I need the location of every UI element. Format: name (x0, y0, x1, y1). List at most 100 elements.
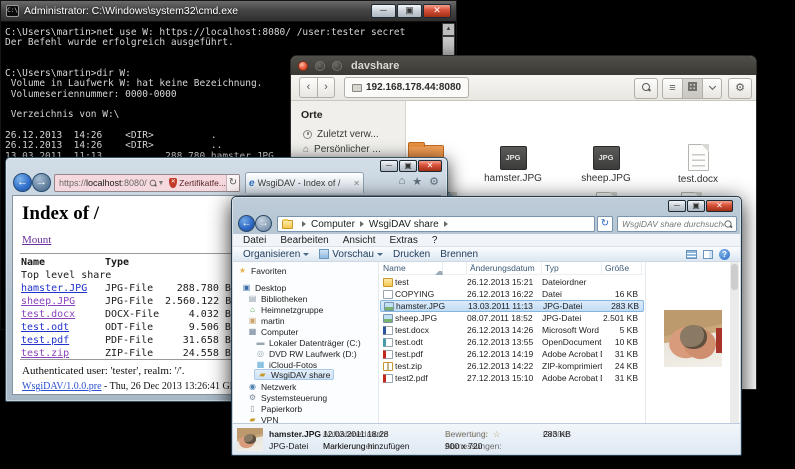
sidebar-item-desktop[interactable]: ▣Desktop (242, 282, 286, 293)
sidebar-item-computer[interactable]: ▦Computer (248, 326, 298, 337)
back-icon[interactable]: ← (238, 215, 255, 232)
file-tile[interactable]: JPG hamster.JPG (471, 146, 555, 184)
close-tab-icon[interactable]: ✕ (353, 179, 360, 188)
list-view-button[interactable]: ≡ (662, 78, 682, 99)
refresh-icon[interactable]: ↻ (597, 216, 613, 232)
menu-extras[interactable]: Extras (390, 235, 418, 246)
scrollbar-thumb[interactable] (731, 264, 738, 290)
preview-pane-icon[interactable] (703, 250, 713, 259)
table-row[interactable]: test.odt26.12.2013 13:55 OpenDocument T.… (380, 336, 644, 348)
sidebar-item-bibliotheken[interactable]: ▤Bibliotheken (248, 293, 307, 304)
wsgidav-version-link[interactable]: WsgiDAV/1.0.0.pre (22, 381, 102, 392)
forward-icon[interactable]: → (32, 173, 51, 192)
search-box[interactable] (617, 216, 737, 232)
file-link[interactable]: test.odt (21, 322, 69, 333)
view-options-button[interactable] (702, 78, 722, 99)
organize-button[interactable]: Organisieren (243, 249, 309, 260)
close-icon[interactable]: ✕ (423, 4, 451, 18)
column-size[interactable]: Größe (602, 262, 642, 275)
search-button[interactable] (634, 78, 658, 99)
table-row: test.odt ODT-File 9.506 Bytes (21, 322, 255, 334)
sidebar-item-netzwerk[interactable]: ◉Netzwerk (248, 381, 296, 392)
sidebar-item-favoriten[interactable]: ★Favoriten (238, 265, 286, 276)
table-row[interactable]: test26.12.2013 15:21 Dateiordner (380, 276, 644, 288)
scroll-up-icon[interactable]: ▲ (443, 24, 454, 35)
breadcrumb-item-share[interactable]: WsgiDAV share (369, 219, 439, 230)
mount-link[interactable]: Mount (22, 234, 51, 246)
sidebar-item-wsgidav-share[interactable]: ▰WsgiDAV share (254, 369, 334, 380)
forward-icon[interactable]: → (255, 215, 272, 232)
breadcrumb[interactable]: Computer WsgiDAV share (277, 216, 595, 232)
minimize-icon[interactable]: ─ (371, 4, 396, 18)
share-title-row: Top level share (21, 270, 111, 282)
table-row[interactable]: test.docx26.12.2013 14:26 Microsoft Word… (380, 324, 644, 336)
scrollbar-thumb[interactable] (443, 37, 454, 57)
maximize-icon[interactable]: ▣ (687, 200, 705, 212)
table-row[interactable]: test.zip26.12.2013 14:22 ZIP-komprimiert… (380, 360, 644, 372)
table-row[interactable]: COPYING26.12.2013 16:22 Datei16 KB (380, 288, 644, 300)
close-icon[interactable]: ✕ (418, 160, 442, 172)
menu-help[interactable]: ? (432, 235, 438, 246)
gear-icon[interactable]: ⚙ (429, 175, 439, 188)
maximize-icon[interactable]: ▣ (399, 160, 417, 172)
refresh-icon[interactable]: ↻ (226, 175, 239, 191)
grid-view-button[interactable] (682, 78, 702, 99)
close-icon[interactable] (298, 61, 308, 71)
sidebar-item-systemsteuerung[interactable]: ⚙Systemsteuerung (248, 392, 327, 403)
table-row[interactable]: test2.pdf27.12.2013 15:10 Adobe Acrobat … (380, 372, 644, 384)
sidebar-item-dvd-drive[interactable]: ◎DVD RW Laufwerk (D:) (256, 348, 357, 359)
maximize-icon[interactable]: ▣ (397, 4, 422, 18)
nautilus-toolbar: ‹ › 192.168.178.44:8080 ≡ ⚙ (291, 75, 756, 101)
sidebar-item-recent[interactable]: Zuletzt verw... (291, 127, 405, 142)
chevron-down-icon[interactable]: ▼ (157, 180, 164, 187)
print-button[interactable]: Drucken (393, 249, 430, 260)
file-link[interactable]: test.pdf (21, 335, 69, 346)
minimize-icon[interactable]: ─ (380, 160, 398, 172)
back-icon[interactable]: ‹ (299, 77, 317, 98)
table-row[interactable]: test.pdf26.12.2013 14:19 Adobe Acrobat D… (380, 348, 644, 360)
table-row-selected[interactable]: hamster.JPG13.03.2011 11:13 JPG-Datei283… (380, 300, 644, 312)
nautilus-title-bar[interactable]: davshare (291, 56, 756, 75)
certificate-error-text[interactable]: Zertifikatfe... (179, 178, 226, 188)
file-link[interactable]: test.docx (21, 309, 75, 320)
file-link[interactable]: hamster.JPG (21, 283, 87, 294)
sidebar-item-local-disk[interactable]: ▬Lokaler Datenträger (C:) (256, 337, 361, 348)
column-type[interactable]: Typ (542, 262, 602, 275)
menu-datei[interactable]: Datei (243, 235, 266, 246)
preview-button[interactable]: Vorschau (319, 249, 383, 260)
home-icon[interactable]: ⌂ (399, 175, 406, 188)
minimize-icon[interactable]: ─ (668, 200, 686, 212)
sidebar-item-vpn[interactable]: ▰VPN (248, 414, 278, 423)
address-field[interactable]: 192.168.178.44:8080 (344, 77, 469, 98)
maximize-icon[interactable] (332, 61, 342, 71)
menu-ansicht[interactable]: Ansicht (343, 235, 376, 246)
file-link[interactable]: test.zip (21, 348, 69, 359)
back-icon[interactable]: ← (13, 173, 32, 192)
browser-tab[interactable]: e WsgiDAV - Index of / ✕ (245, 172, 364, 193)
change-view-icon[interactable] (686, 250, 697, 259)
column-date[interactable]: Änderungsdatum (467, 262, 542, 275)
preview-scrollbar[interactable] (730, 262, 739, 423)
file-tile[interactable]: JPG sheep.JPG (564, 146, 648, 184)
sidebar-item-heimnetzgruppe[interactable]: ⌂Heimnetzgruppe (248, 304, 323, 315)
breadcrumb-item-computer[interactable]: Computer (311, 219, 355, 230)
file-link[interactable]: sheep.JPG (21, 296, 75, 307)
sidebar-item-papierkorb[interactable]: ▯Papierkorb (248, 403, 302, 414)
column-name[interactable]: Name (380, 262, 467, 275)
close-icon[interactable]: ✕ (706, 200, 733, 212)
forward-icon[interactable]: › (317, 77, 335, 98)
settings-button[interactable]: ⚙ (728, 78, 752, 99)
favorites-star-icon[interactable]: ★ (412, 175, 422, 188)
table-row[interactable]: sheep.JPG08.07.2011 18:52 JPG-Datei2.501… (380, 312, 644, 324)
address-bar[interactable]: https://localhost:8080/ ▼ ✕ Zertifikatfe… (54, 174, 240, 192)
help-icon[interactable]: ? (719, 249, 730, 260)
cmd-title-bar[interactable]: Administrator: C:\Windows\system32\cmd.e… (1, 1, 456, 22)
minimize-icon[interactable] (315, 61, 325, 71)
search-input[interactable] (618, 219, 724, 229)
file-list: Name Änderungsdatum Typ Größe test26.12.… (380, 262, 644, 423)
menu-bearbeiten[interactable]: Bearbeiten (280, 235, 328, 246)
burn-button[interactable]: Brennen (440, 249, 478, 260)
address-text: 192.168.178.44:8080 (366, 82, 461, 93)
file-tile[interactable]: test.docx (656, 144, 740, 185)
sidebar-item-martin[interactable]: ▣martin (248, 315, 285, 326)
